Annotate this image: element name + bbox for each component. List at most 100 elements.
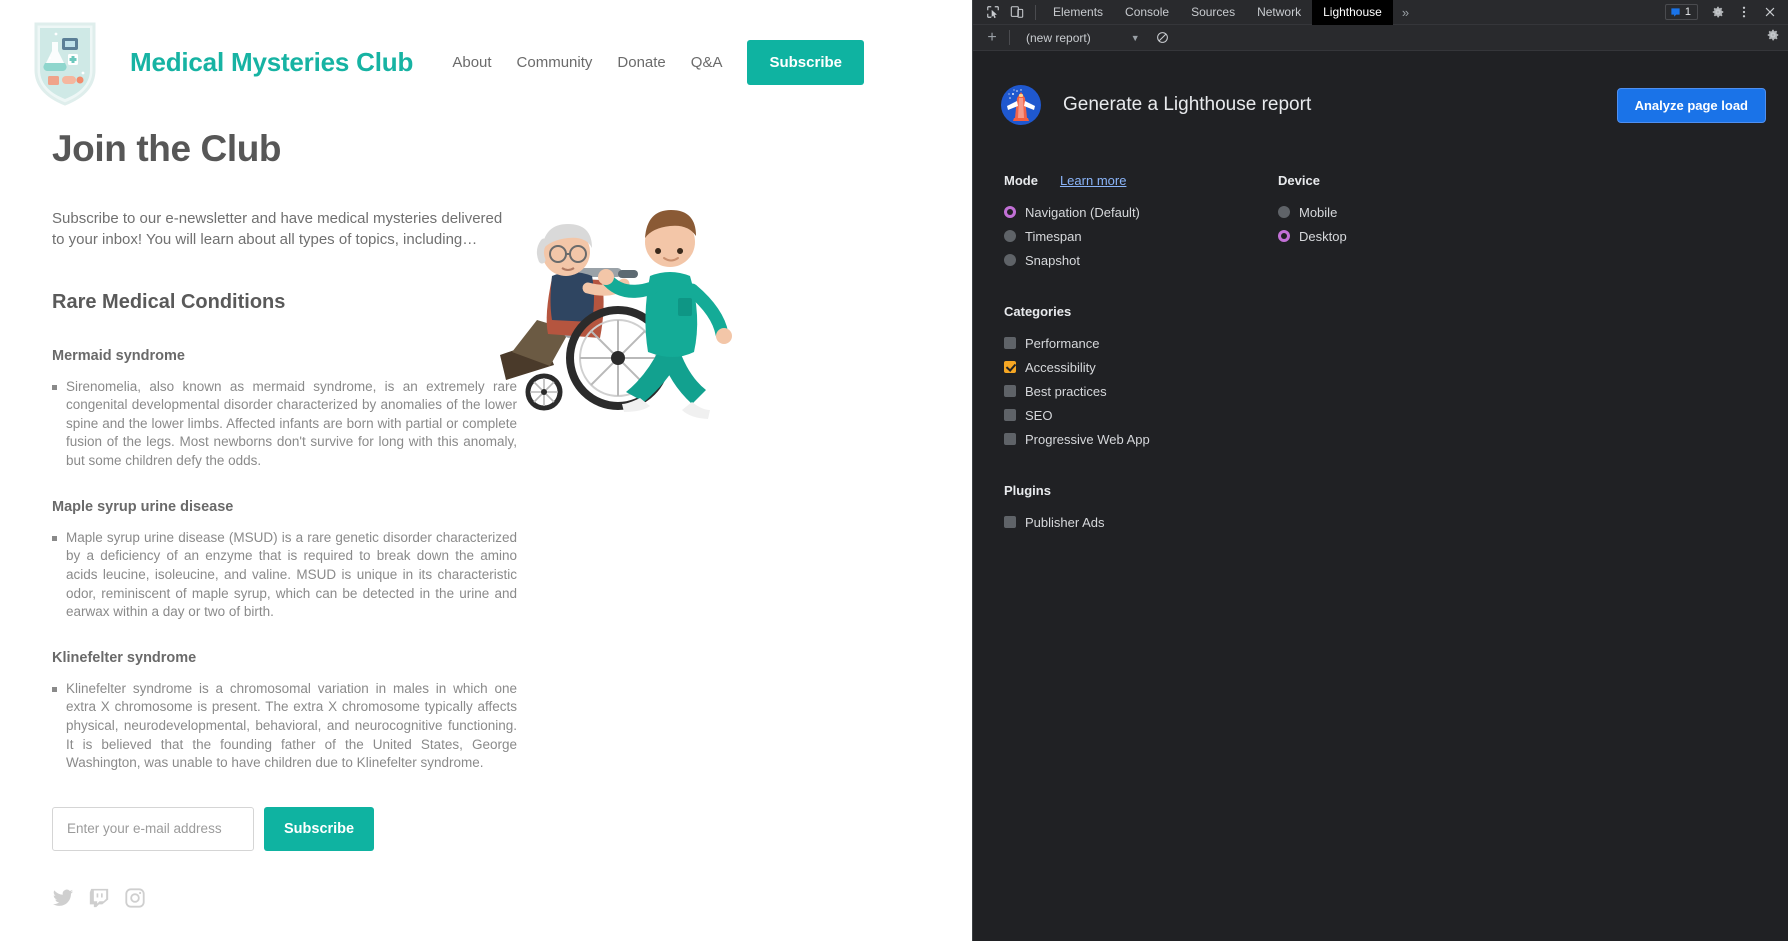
learn-more-link[interactable]: Learn more xyxy=(1060,173,1126,188)
toolbar-settings-gear-icon[interactable] xyxy=(1766,28,1788,47)
email-field[interactable] xyxy=(52,806,254,851)
main-nav: About Community Donate Q&A Subscribe xyxy=(452,39,972,85)
lighthouse-start-view: Generate a Lighthouse report Analyze pag… xyxy=(973,51,1788,941)
tab-lighthouse[interactable]: Lighthouse xyxy=(1312,0,1393,25)
device-option-mobile[interactable]: Mobile xyxy=(1278,200,1558,224)
clear-icon[interactable] xyxy=(1152,27,1174,49)
device-label: Device xyxy=(1278,173,1320,188)
device-option-mobile-label: Mobile xyxy=(1299,204,1338,220)
condition-list-mermaid: Sirenomelia, also known as mermaid syndr… xyxy=(52,378,517,471)
categories-title: Categories xyxy=(1004,304,1072,319)
analyze-page-load-button[interactable]: Analyze page load xyxy=(1616,87,1766,123)
tab-network[interactable]: Network xyxy=(1246,0,1312,25)
kebab-menu-icon[interactable] xyxy=(1732,0,1756,24)
devtools-tabbar: Elements Console Sources Network Lightho… xyxy=(973,0,1788,25)
lighthouse-options-columns: Mode Learn more Navigation (Default) Tim… xyxy=(973,125,1788,272)
devtools-tabbar-right: 1 xyxy=(1664,0,1788,24)
device-column: Device Mobile Desktop xyxy=(1278,173,1558,272)
twitter-icon[interactable] xyxy=(52,887,74,909)
radio-snapshot[interactable] xyxy=(1004,254,1016,266)
mode-group-title: Mode Learn more xyxy=(1004,173,1278,188)
inspect-element-icon[interactable] xyxy=(981,0,1005,24)
condition-list-msud: Maple syrup urine disease (MSUD) is a ra… xyxy=(52,529,517,622)
category-performance[interactable]: Performance xyxy=(1004,331,1788,355)
shield-lab-logo[interactable] xyxy=(26,18,104,106)
newsletter-signup-form: Subscribe xyxy=(52,806,972,851)
plugin-publisher-ads-label: Publisher Ads xyxy=(1025,514,1105,530)
mode-option-navigation[interactable]: Navigation (Default) xyxy=(1004,200,1278,224)
mode-option-timespan-label: Timespan xyxy=(1025,228,1082,244)
category-pwa-label: Progressive Web App xyxy=(1025,431,1150,447)
issues-icon xyxy=(1671,7,1680,17)
tab-sources[interactable]: Sources xyxy=(1180,0,1246,25)
plugins-title: Plugins xyxy=(1004,483,1051,498)
categories-section: Categories Performance Accessibility Bes… xyxy=(973,304,1788,451)
screen-root: Medical Mysteries Club About Community D… xyxy=(0,0,1788,941)
plugins-section: Plugins Publisher Ads xyxy=(973,483,1788,534)
nav-item-community[interactable]: Community xyxy=(517,54,593,71)
page-intro-text: Subscribe to our e-newsletter and have m… xyxy=(52,210,503,249)
add-report-button[interactable]: + xyxy=(981,29,1003,47)
subscribe-submit-button[interactable]: Subscribe xyxy=(264,806,375,851)
lighthouse-toolbar: + (new report) ▼ xyxy=(973,25,1788,51)
radio-mobile[interactable] xyxy=(1278,206,1290,218)
radio-timespan[interactable] xyxy=(1004,230,1016,242)
mode-option-snapshot-label: Snapshot xyxy=(1025,252,1080,268)
instagram-icon[interactable] xyxy=(124,887,146,909)
report-select[interactable]: (new report) ▼ xyxy=(1020,31,1146,45)
list-item: Sirenomelia, also known as mermaid syndr… xyxy=(52,378,517,471)
devtools-panel: Elements Console Sources Network Lightho… xyxy=(972,0,1788,941)
radio-desktop[interactable] xyxy=(1278,230,1290,242)
checkbox-accessibility[interactable] xyxy=(1004,361,1016,373)
condition-title-klinefelter: Klinefelter syndrome xyxy=(52,649,197,666)
more-tabs-button[interactable]: » xyxy=(1393,5,1418,20)
site-brand-title[interactable]: Medical Mysteries Club xyxy=(130,47,413,78)
category-seo[interactable]: SEO xyxy=(1004,403,1788,427)
web-page-viewport: Medical Mysteries Club About Community D… xyxy=(0,0,972,941)
device-toolbar-icon[interactable] xyxy=(1005,0,1029,24)
lighthouse-title: Generate a Lighthouse report xyxy=(1063,94,1312,115)
device-option-desktop[interactable]: Desktop xyxy=(1278,224,1558,248)
checkbox-publisher-ads[interactable] xyxy=(1004,516,1016,528)
checkbox-performance[interactable] xyxy=(1004,337,1016,349)
tab-elements[interactable]: Elements xyxy=(1042,0,1114,25)
issues-badge[interactable]: 1 xyxy=(1664,4,1698,20)
checkbox-best-practices[interactable] xyxy=(1004,385,1016,397)
category-accessibility[interactable]: Accessibility xyxy=(1004,355,1788,379)
tab-console[interactable]: Console xyxy=(1114,0,1180,25)
mode-option-navigation-label: Navigation (Default) xyxy=(1025,204,1140,220)
plugin-publisher-ads[interactable]: Publisher Ads xyxy=(1004,510,1788,534)
nav-item-donate[interactable]: Donate xyxy=(617,54,665,71)
mode-column: Mode Learn more Navigation (Default) Tim… xyxy=(1004,173,1278,272)
list-item: Maple syrup urine disease (MSUD) is a ra… xyxy=(52,529,517,622)
issues-count: 1 xyxy=(1684,6,1691,18)
page-title: Join the Club xyxy=(52,128,282,169)
nurse-pushing-wheelchair-illustration xyxy=(492,180,782,430)
condition-title-msud: Maple syrup urine disease xyxy=(52,498,234,515)
category-best-practices-label: Best practices xyxy=(1025,383,1107,399)
mode-option-timespan[interactable]: Timespan xyxy=(1004,224,1278,248)
condition-list-klinefelter: Klinefelter syndrome is a chromosomal va… xyxy=(52,680,517,773)
header-subscribe-button[interactable]: Subscribe xyxy=(747,39,864,85)
mode-option-snapshot[interactable]: Snapshot xyxy=(1004,248,1278,272)
chevron-down-icon: ▼ xyxy=(1130,32,1140,43)
twitch-icon[interactable] xyxy=(88,887,110,909)
close-icon[interactable] xyxy=(1758,0,1782,24)
category-performance-label: Performance xyxy=(1025,335,1100,351)
nav-item-qa[interactable]: Q&A xyxy=(691,54,723,71)
category-best-practices[interactable]: Best practices xyxy=(1004,379,1788,403)
report-select-value: (new report) xyxy=(1026,30,1091,45)
checkbox-pwa[interactable] xyxy=(1004,433,1016,445)
lighthouse-logo xyxy=(1001,85,1041,125)
mode-label: Mode xyxy=(1004,173,1038,188)
device-group-title: Device xyxy=(1278,173,1558,188)
social-links xyxy=(52,887,972,909)
toolbar-divider-2 xyxy=(1009,30,1010,45)
nav-item-about[interactable]: About xyxy=(452,54,491,71)
checkbox-seo[interactable] xyxy=(1004,409,1016,421)
device-option-desktop-label: Desktop xyxy=(1299,228,1347,244)
radio-navigation[interactable] xyxy=(1004,206,1016,218)
category-pwa[interactable]: Progressive Web App xyxy=(1004,427,1788,451)
toolbar-divider xyxy=(1035,4,1036,20)
gear-icon[interactable] xyxy=(1706,0,1730,24)
